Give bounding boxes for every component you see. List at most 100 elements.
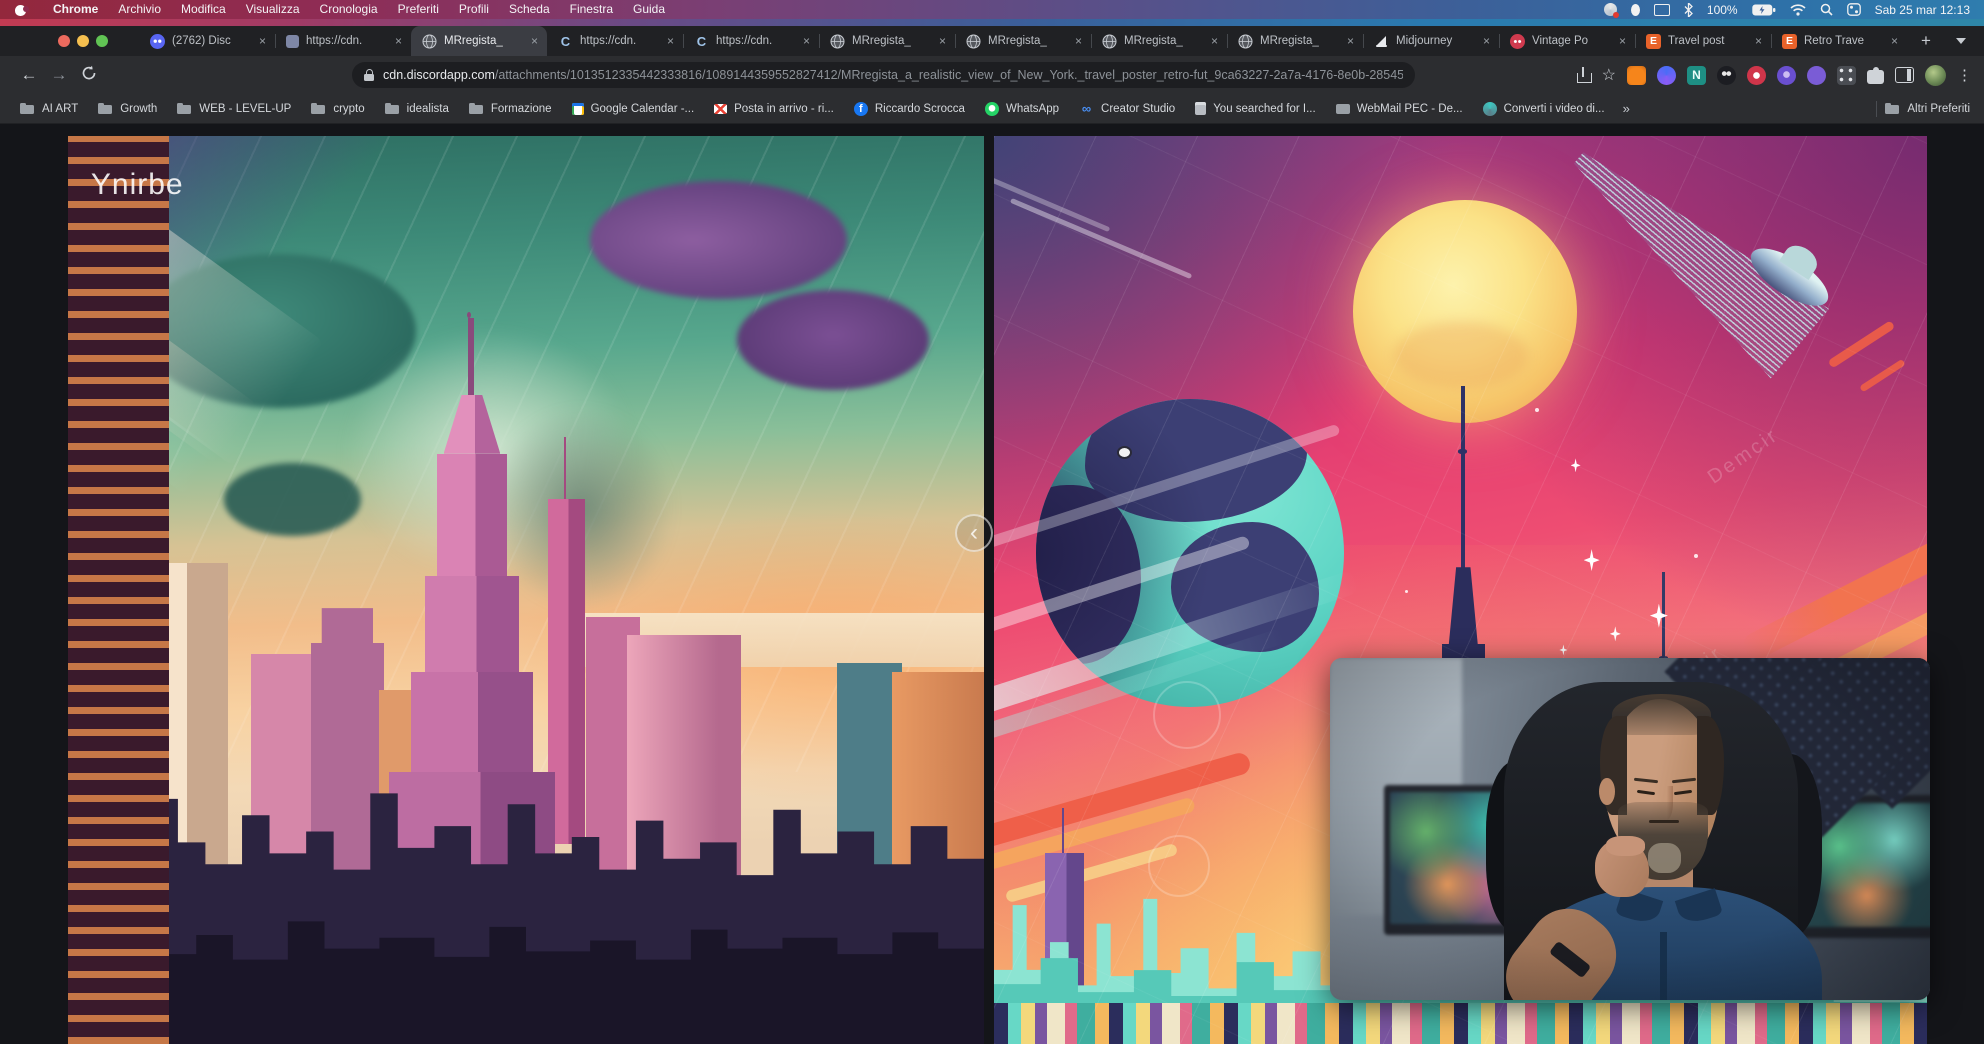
forward-button[interactable]: → [44, 65, 74, 85]
battery-icon[interactable] [1752, 4, 1776, 16]
maximize-window-button[interactable] [96, 35, 108, 47]
bookmark-you-searched[interactable]: You searched for I... [1187, 98, 1324, 120]
tab-close-icon[interactable]: × [803, 34, 810, 48]
tab-close-icon[interactable]: × [939, 34, 946, 48]
tab-midjourney[interactable]: Midjourney × [1363, 26, 1499, 56]
tab-cdn-1[interactable]: https://cdn. × [275, 26, 411, 56]
extensions-puzzle-icon[interactable] [1867, 67, 1884, 84]
spotlight-search-icon[interactable] [1820, 3, 1833, 16]
extension-violet-icon[interactable] [1807, 66, 1826, 85]
bookmark-folder-growth[interactable]: Growth [90, 98, 165, 120]
crescent-favicon: C [558, 34, 573, 49]
bookmark-creator-studio[interactable]: ∞Creator Studio [1071, 98, 1183, 120]
new-tab-button[interactable]: + [1907, 31, 1945, 51]
globe-favicon [830, 34, 845, 49]
menu-profili[interactable]: Profili [449, 0, 499, 19]
extension-n-icon[interactable]: N [1687, 66, 1706, 85]
bookmark-folder-web-level-up[interactable]: WEB - LEVEL-UP [169, 98, 299, 120]
side-panel-icon[interactable] [1895, 67, 1914, 83]
bookmark-label: Converti i video di... [1504, 103, 1605, 115]
tab-travel-poster-etsy[interactable]: E Travel post × [1635, 26, 1771, 56]
menu-modifica[interactable]: Modifica [171, 0, 236, 19]
tab-label: Midjourney [1396, 35, 1476, 47]
tab-vintage-poster[interactable]: Vintage Po × [1499, 26, 1635, 56]
tab-mrregista-4[interactable]: MRregista_ × [1091, 26, 1227, 56]
menu-finestra[interactable]: Finestra [560, 0, 623, 19]
bookmark-gmail-inbox[interactable]: Posta in arrivo - ri... [706, 98, 842, 120]
tab-close-icon[interactable]: × [395, 34, 402, 48]
carousel-prev-button[interactable]: ‹ [955, 514, 993, 552]
other-bookmarks[interactable]: Altri Preferiti [1868, 101, 1984, 117]
mouse-cursor [1117, 446, 1132, 459]
extension-red-icon[interactable] [1747, 66, 1766, 85]
tab-close-icon[interactable]: × [667, 34, 674, 48]
left-poster-image-nyc: Ynirbe [68, 136, 984, 1044]
folder-icon [20, 102, 35, 115]
tab-close-icon[interactable]: × [531, 34, 538, 48]
apple-menu-icon[interactable] [14, 3, 27, 16]
bookmark-facebook-profile[interactable]: fRiccardo Scrocca [846, 98, 973, 120]
menu-visualizza[interactable]: Visualizza [236, 0, 310, 19]
lock-icon[interactable] [364, 69, 374, 81]
bookmark-webmail-pec[interactable]: WebMail PEC - De... [1328, 98, 1471, 120]
bookmark-google-calendar[interactable]: Google Calendar -... [564, 98, 703, 120]
bookmark-converti-video[interactable]: Converti i video di... [1475, 98, 1613, 120]
profile-avatar[interactable] [1925, 65, 1946, 86]
tab-search-chevron-icon[interactable] [1956, 38, 1966, 44]
bookmark-label: AI ART [42, 103, 78, 115]
control-center-icon[interactable] [1847, 3, 1861, 16]
tab-close-icon[interactable]: × [1755, 34, 1762, 48]
menu-cronologia[interactable]: Cronologia [310, 0, 388, 19]
extension-blue-icon[interactable] [1657, 66, 1676, 85]
display-icon[interactable] [1654, 4, 1670, 16]
tab-close-icon[interactable]: × [1483, 34, 1490, 48]
tab-label: https://cdn. [306, 35, 388, 47]
tab-mrregista-active[interactable]: MRregista_ × [411, 26, 547, 56]
menu-guida[interactable]: Guida [623, 0, 675, 19]
extension-grid-icon[interactable] [1837, 66, 1856, 85]
bookmark-folder-idealista[interactable]: idealista [377, 98, 457, 120]
chrome-menu-icon[interactable]: ⋮ [1957, 66, 1972, 84]
bluetooth-icon[interactable] [1684, 3, 1693, 17]
tab-discord[interactable]: (2762) Disc × [139, 26, 275, 56]
tab-close-icon[interactable]: × [1619, 34, 1626, 48]
bookmark-star-icon[interactable]: ☆ [1602, 65, 1616, 85]
screen-record-icon[interactable] [1604, 3, 1617, 16]
convert-icon [1483, 102, 1497, 116]
menu-archivio[interactable]: Archivio [108, 0, 171, 19]
tab-mrregista-3[interactable]: MRregista_ × [955, 26, 1091, 56]
tab-mrregista-5[interactable]: MRregista_ × [1227, 26, 1363, 56]
address-bar[interactable]: cdn.discordapp.com /attachments/10135123… [352, 62, 1415, 88]
close-window-button[interactable] [58, 35, 70, 47]
extension-dark-face-icon[interactable] [1717, 66, 1736, 85]
extension-purple-icon[interactable] [1777, 66, 1796, 85]
reload-button[interactable] [74, 65, 104, 86]
oval-app-icon[interactable] [1631, 4, 1640, 16]
bookmark-folder-formazione[interactable]: Formazione [461, 98, 560, 120]
tab-mrregista-2[interactable]: MRregista_ × [819, 26, 955, 56]
tab-close-icon[interactable]: × [1891, 34, 1898, 48]
tab-close-icon[interactable]: × [1347, 34, 1354, 48]
menu-chrome[interactable]: Chrome [43, 0, 108, 19]
tab-cdn-3[interactable]: C https://cdn. × [683, 26, 819, 56]
menu-scheda[interactable]: Scheda [499, 0, 560, 19]
bookmark-whatsapp[interactable]: WhatsApp [977, 98, 1067, 120]
back-button[interactable]: ← [14, 65, 44, 85]
bookmark-folder-crypto[interactable]: crypto [303, 98, 372, 120]
minimize-window-button[interactable] [77, 35, 89, 47]
tab-cdn-2[interactable]: C https://cdn. × [547, 26, 683, 56]
tab-close-icon[interactable]: × [259, 34, 266, 48]
bookmark-label: Growth [120, 103, 157, 115]
tab-close-icon[interactable]: × [1075, 34, 1082, 48]
extension-metamask-icon[interactable] [1627, 66, 1646, 85]
tab-retro-travel-etsy[interactable]: E Retro Trave × [1771, 26, 1907, 56]
menu-preferiti[interactable]: Preferiti [388, 0, 449, 19]
tab-close-icon[interactable]: × [1211, 34, 1218, 48]
gmail-icon [714, 104, 727, 114]
tab-label: https://cdn. [716, 35, 796, 47]
share-icon[interactable] [1577, 67, 1591, 83]
bookmarks-overflow-chevron[interactable]: » [1623, 101, 1630, 116]
wifi-icon[interactable] [1790, 4, 1806, 16]
bookmark-folder-ai-art[interactable]: AI ART [12, 98, 86, 120]
menu-bar-clock[interactable]: Sab 25 mar 12:13 [1875, 3, 1970, 17]
